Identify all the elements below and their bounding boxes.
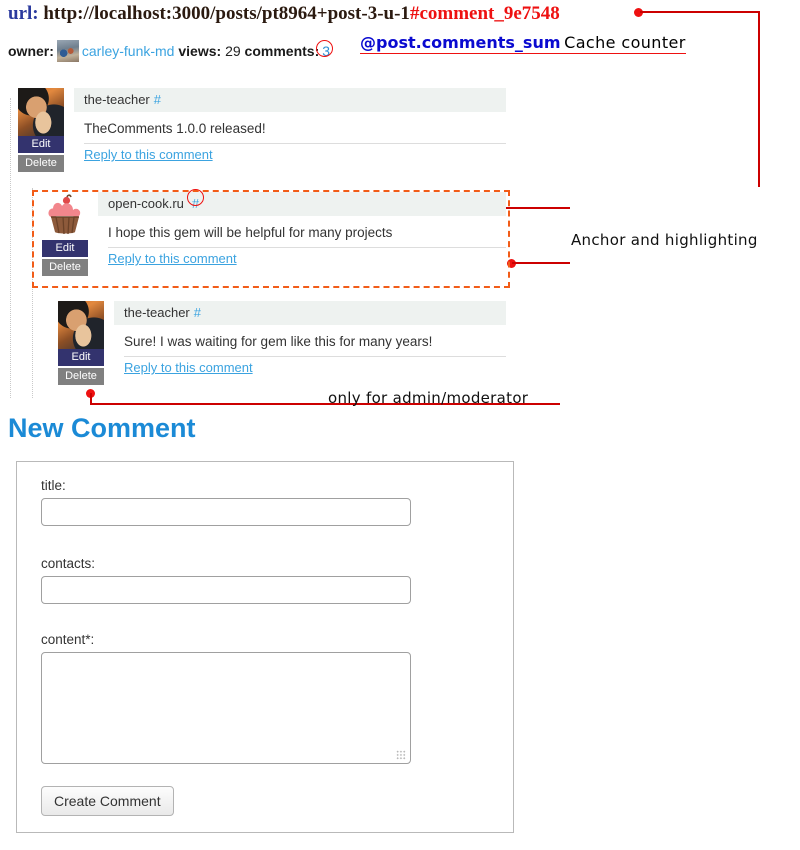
reply-link[interactable]: Reply to this comment <box>74 144 213 162</box>
contacts-input[interactable] <box>41 576 411 604</box>
thread-guide-level-1 <box>10 98 11 398</box>
views-label: views: <box>178 43 222 59</box>
comment-author: the-teacher <box>124 305 190 320</box>
comment-body: the-teacher # Sure! I was waiting for gem… <box>114 301 506 375</box>
leader-line-url-horizontal <box>640 11 760 13</box>
comments-label: comments: <box>244 43 320 59</box>
leader-line-url-vertical <box>758 11 760 187</box>
content-label: content*: <box>41 632 95 647</box>
comment-header: the-teacher # <box>74 88 506 112</box>
delete-button[interactable]: Delete <box>18 155 64 172</box>
cache-counter-annotation: @post.comments_sum Cache counter <box>360 33 686 54</box>
comment-author: the-teacher <box>84 92 150 107</box>
url-base: http://localhost:3000/posts/pt8964+post-… <box>43 3 410 24</box>
comment-avatar <box>18 88 64 136</box>
reply-link[interactable]: Reply to this comment <box>114 357 253 375</box>
url-label: url: <box>8 3 39 24</box>
owner-link[interactable]: carley-funk-md <box>82 43 175 59</box>
comment-anchor-link[interactable]: # <box>154 92 161 107</box>
edit-button[interactable]: Edit <box>18 136 64 153</box>
textarea-resize-grip[interactable] <box>396 750 406 760</box>
owner-label: owner: <box>8 43 54 59</box>
post-meta: owner: carley-funk-md views: 29 comments:… <box>8 40 334 66</box>
leader-line-anchor-bottom <box>512 262 570 264</box>
cache-counter-code: @post.comments_sum <box>360 33 561 52</box>
delete-button[interactable]: Delete <box>58 368 104 385</box>
comment-text: Sure! I was waiting for gem like this fo… <box>124 334 433 349</box>
comment-text: TheComments 1.0.0 released! <box>84 121 266 136</box>
url-annotation-line: url: http://localhost:3000/posts/pt8964+… <box>8 3 560 25</box>
edit-button[interactable]: Edit <box>58 349 104 366</box>
views-value: 29 <box>225 43 241 59</box>
content-textarea[interactable] <box>41 652 411 764</box>
admin-annotation-text: only for admin/moderator <box>328 389 529 407</box>
contacts-label: contacts: <box>41 556 96 571</box>
create-comment-button[interactable]: Create Comment <box>41 786 174 816</box>
page-title: New Comment <box>8 413 196 443</box>
title-label: title: <box>41 478 66 493</box>
comment-header: the-teacher # <box>114 301 506 325</box>
new-comment-form: title: contacts: content*: Create Commen… <box>16 461 514 833</box>
comment-avatar <box>58 301 104 349</box>
title-input[interactable] <box>41 498 411 526</box>
comment-anchor-link[interactable]: # <box>194 305 201 320</box>
anchor-highlight-box <box>32 190 510 288</box>
cache-counter-note: Cache counter <box>564 33 686 52</box>
comments-count-badge: 3 <box>316 40 334 59</box>
url-fragment: #comment_9e7548 <box>409 3 560 24</box>
comment-body: the-teacher # TheComments 1.0.0 released!… <box>74 88 506 162</box>
owner-avatar <box>56 40 79 62</box>
anchor-annotation-text: Anchor and highlighting <box>571 231 758 249</box>
